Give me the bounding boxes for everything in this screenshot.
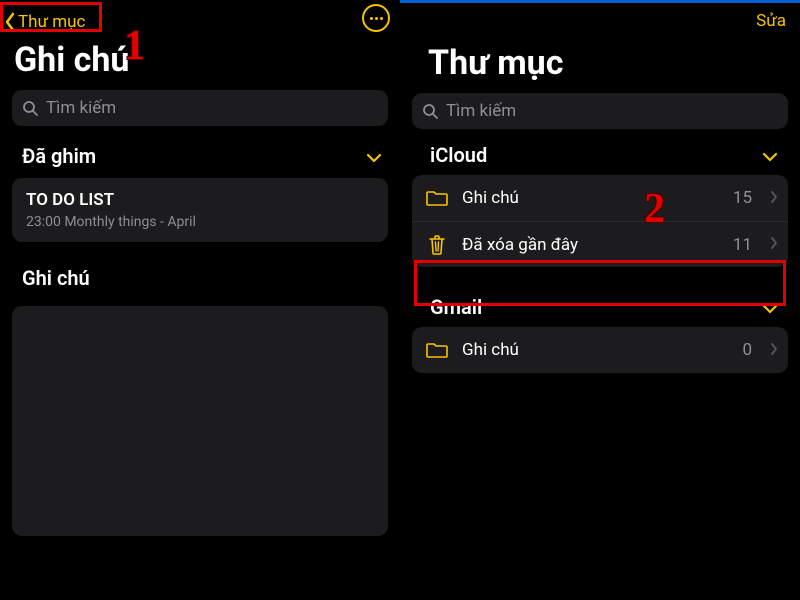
- folder-row-count: 0: [742, 340, 752, 360]
- screen-notes-list: 1 Thư mục Ghi chú Tìm kiếm Đã ghim TO DO…: [0, 0, 400, 600]
- page-title: Ghi chú: [0, 34, 400, 90]
- annotation-number-2: 2: [644, 185, 665, 233]
- pinned-note-card[interactable]: TO DO LIST 23:00 Monthly things - April: [12, 178, 388, 242]
- gmail-header-label: Gmail: [430, 295, 482, 319]
- search-icon: [22, 100, 38, 116]
- search-placeholder: Tìm kiếm: [46, 98, 116, 118]
- note-subtitle: 23:00 Monthly things - April: [26, 214, 374, 230]
- trash-icon: [426, 234, 448, 256]
- folder-icon: [426, 341, 448, 359]
- back-button-label: Thư mục: [18, 12, 85, 32]
- folder-row-label: Ghi chú: [462, 188, 719, 208]
- chevron-down-icon: [762, 143, 778, 167]
- chevron-left-icon: [4, 12, 16, 32]
- folder-row-recently-deleted[interactable]: Đã xóa gần đây 11: [412, 221, 788, 267]
- chevron-right-icon: [770, 189, 778, 208]
- pinned-header-label: Đã ghim: [22, 144, 96, 168]
- topbar-right: Sửa: [400, 3, 800, 33]
- ellipsis-icon: [370, 17, 383, 20]
- back-button[interactable]: Thư mục: [4, 10, 89, 32]
- search-icon: [422, 103, 438, 119]
- screen-folders-list: 2 Sửa Thư mục Tìm kiếm iCloud Ghi chú 15: [400, 0, 800, 600]
- topbar-left: Thư mục: [0, 0, 400, 34]
- chevron-right-icon: [770, 235, 778, 254]
- edit-button[interactable]: Sửa: [756, 11, 786, 33]
- icloud-folder-list: Ghi chú 15 Đã xóa gần đây 11: [400, 175, 800, 267]
- gmail-section-header[interactable]: Gmail: [400, 295, 800, 327]
- folder-row-label: Ghi chú: [462, 340, 728, 360]
- page-title: Thư mục: [400, 33, 800, 93]
- note-title: TO DO LIST: [26, 190, 374, 210]
- chevron-down-icon: [762, 295, 778, 319]
- chevron-down-icon: [366, 144, 382, 168]
- more-options-button[interactable]: [362, 4, 390, 32]
- folder-row-gmail-notes[interactable]: Ghi chú 0: [412, 327, 788, 373]
- notes-list-container[interactable]: [12, 306, 388, 536]
- folder-row-count: 11: [733, 235, 752, 255]
- folder-row-label: Đã xóa gần đây: [462, 235, 719, 255]
- gmail-folder-list: Ghi chú 0: [400, 327, 800, 373]
- folder-icon: [426, 189, 448, 207]
- notes-section-header: Ghi chú: [0, 260, 400, 300]
- icloud-section-header[interactable]: iCloud: [400, 143, 800, 175]
- search-placeholder: Tìm kiếm: [446, 101, 516, 121]
- annotation-number-1: 1: [124, 22, 145, 70]
- folder-row-count: 15: [733, 188, 752, 208]
- folder-row-notes[interactable]: Ghi chú 15: [412, 175, 788, 221]
- search-field[interactable]: Tìm kiếm: [412, 93, 788, 129]
- icloud-header-label: iCloud: [430, 143, 487, 167]
- pinned-section-header[interactable]: Đã ghim: [0, 140, 400, 178]
- chevron-right-icon: [770, 341, 778, 360]
- search-field[interactable]: Tìm kiếm: [12, 90, 388, 126]
